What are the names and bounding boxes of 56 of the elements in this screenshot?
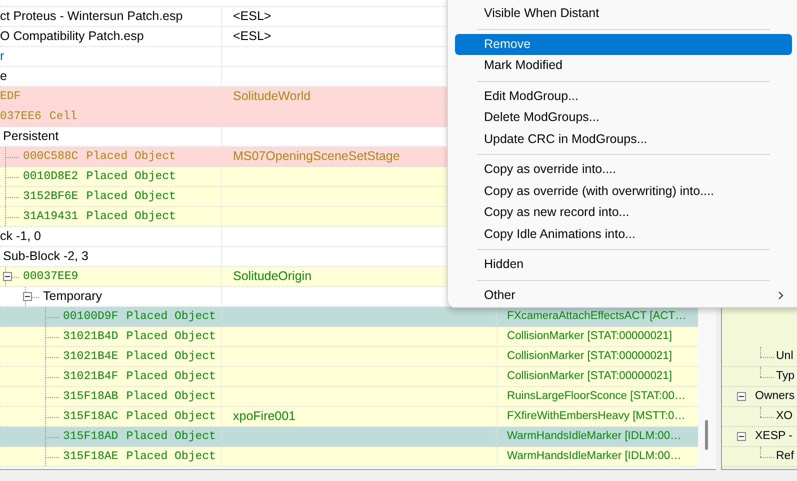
record-type: Placed Object — [126, 348, 216, 365]
record-type: Placed Object — [86, 188, 176, 205]
node-label: Temporary — [43, 288, 102, 306]
form-id: 31021B4F — [63, 368, 118, 385]
node-label: Sub-Block -2, 3 — [3, 248, 88, 266]
table-cell-text: RuinsLargeFloorSconce [STAT:00… — [507, 389, 686, 404]
form-id: 315F18AD — [63, 428, 118, 445]
form-id: 31A19431 — [23, 208, 78, 225]
record-type: Placed Object — [126, 428, 216, 445]
record-type: Placed Object — [126, 308, 216, 325]
form-id: 315F18AC — [63, 408, 118, 425]
table-cell-text: CollisionMarker [STAT:00000021] — [507, 329, 672, 344]
form-id: 31021B4E — [63, 348, 118, 365]
record-type: Placed Object — [126, 368, 216, 385]
table-cell-text: FXfireWithEmbersHeavy [MSTT:0… — [507, 409, 686, 424]
record-type: Placed Object — [126, 388, 216, 405]
record-type: Placed Object — [126, 328, 216, 345]
node-label: Owners — [755, 388, 795, 404]
node-label: Unl — [776, 348, 794, 364]
record-type: Cell — [49, 108, 78, 125]
form-id: 00037EE9 — [23, 268, 78, 285]
node-label: Typ — [776, 368, 795, 384]
form-id: 315F18AB — [63, 388, 118, 405]
form-id: 31021B4D — [63, 328, 118, 345]
record-type: Placed Object — [86, 168, 176, 185]
node-label: XESP - — [755, 428, 792, 444]
record-type: Placed Object — [126, 408, 216, 425]
record-type: Placed Object — [126, 448, 216, 465]
node-label: Ref — [776, 448, 794, 464]
table-cell-text: <ESL> — [233, 8, 272, 26]
table-cell-text: xpoFire001 — [233, 408, 296, 426]
form-id: 00100D9F — [63, 308, 118, 325]
form-id: 0010D8E2 — [23, 168, 78, 185]
table-cell-text: CollisionMarker [STAT:00000021] — [507, 349, 672, 364]
table-cell-text: SolitudeOrigin — [233, 268, 312, 286]
table-cell-text: FXcameraAttachEffectsACT [ACT… — [507, 309, 686, 324]
node-label: Persistent — [3, 128, 59, 146]
form-id: EDF — [0, 88, 21, 105]
table-cell-text: WarmHandsIdleMarker [IDLM:00… — [507, 449, 682, 464]
table-cell-text: MS07OpeningSceneSetStage — [233, 148, 400, 166]
node-label: e — [0, 68, 7, 86]
table-cell-text: SolitudeWorld — [233, 88, 311, 106]
node-label: O Compatibility Patch.esp — [0, 28, 144, 46]
table-cell-text: <ESL> — [233, 28, 272, 46]
node-label: ck -1, 0 — [0, 228, 41, 246]
node-label: XO — [776, 408, 793, 424]
node-label: r — [0, 48, 4, 66]
record-type: Placed Object — [86, 208, 176, 225]
record-type: Placed Object — [86, 148, 176, 165]
form-id: 000C588C — [23, 148, 78, 165]
form-id: 3152BF6E — [23, 188, 78, 205]
form-id: 315F18AE — [63, 448, 118, 465]
table-cell-text: WarmHandsIdleMarker [IDLM:00… — [507, 429, 682, 444]
table-cell-text: CollisionMarker [STAT:00000021] — [507, 369, 672, 384]
form-id: 037EE6 — [0, 108, 42, 125]
node-label: ct Proteus - Wintersun Patch.esp — [0, 8, 183, 26]
